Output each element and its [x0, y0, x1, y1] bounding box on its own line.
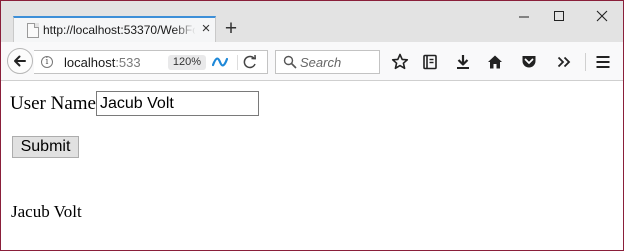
- maximize-icon[interactable]: [537, 3, 581, 29]
- download-arrow-icon: [457, 55, 469, 69]
- reload-icon[interactable]: [241, 54, 259, 71]
- home-icon: [488, 55, 502, 69]
- search-input[interactable]: [300, 53, 376, 71]
- url-port: :533: [115, 55, 141, 70]
- close-tab-icon[interactable]: ×: [198, 21, 214, 37]
- hamburger-menu-icon: [596, 56, 610, 68]
- chevron-double-right-icon: [557, 56, 571, 68]
- pocket-icon: [522, 56, 536, 68]
- tab-title: http://localhost:53370/WebForm1.aspx: [43, 23, 195, 37]
- bookmark-star-icon: [391, 53, 409, 70]
- downloads-button[interactable]: [453, 52, 473, 72]
- url-text[interactable]: localhost:533: [64, 54, 141, 71]
- zoom-level-badge[interactable]: 120%: [168, 55, 206, 70]
- reading-list-icon: [423, 54, 437, 70]
- extension-wave-icon[interactable]: [212, 55, 228, 69]
- overflow-menu-button[interactable]: [554, 52, 574, 72]
- document-icon: [27, 23, 39, 38]
- back-arrow-icon: [14, 55, 26, 67]
- result-text: Jacub Volt: [11, 202, 82, 221]
- username-input[interactable]: [96, 91, 259, 116]
- address-bar[interactable]: i localhost:533 120%: [34, 50, 268, 74]
- tab-strip: http://localhost:53370/WebForm1.aspx × +: [1, 1, 623, 42]
- page-content: User Name Submit Jacub Volt: [1, 81, 623, 250]
- active-tab[interactable]: http://localhost:53370/WebForm1.aspx ×: [13, 16, 216, 42]
- info-icon[interactable]: i: [41, 56, 53, 68]
- url-separator: [237, 55, 238, 70]
- reading-list-button[interactable]: [420, 52, 440, 72]
- url-host: localhost: [64, 55, 116, 70]
- back-button[interactable]: [7, 48, 33, 74]
- bookmark-star-button[interactable]: [390, 52, 410, 72]
- new-tab-button[interactable]: +: [221, 18, 241, 39]
- toolbar-separator: [585, 53, 586, 71]
- home-button[interactable]: [485, 52, 505, 72]
- tab-title-fade: [174, 20, 196, 40]
- search-icon: [283, 55, 297, 69]
- search-bar[interactable]: [275, 50, 380, 74]
- username-label: User Name: [10, 93, 96, 114]
- main-menu-button[interactable]: [593, 52, 613, 72]
- pocket-button[interactable]: [519, 52, 539, 72]
- close-icon[interactable]: [580, 3, 624, 29]
- browser-window: http://localhost:53370/WebForm1.aspx × +…: [0, 0, 624, 251]
- submit-button[interactable]: Submit: [12, 136, 79, 158]
- navigation-toolbar: i localhost:533 120%: [1, 42, 623, 81]
